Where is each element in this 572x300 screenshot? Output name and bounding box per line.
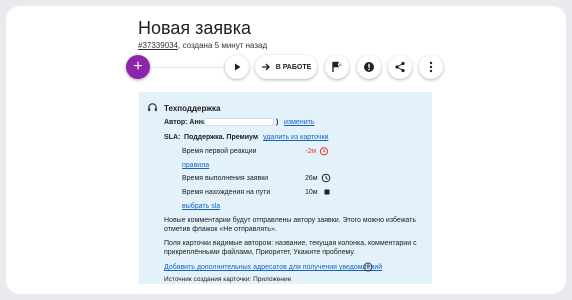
ticket-meta: #37339034, создана 5 минут назад (138, 41, 267, 50)
play-button[interactable] (225, 55, 249, 79)
visible-fields-line: Поля карточки видимые автором: название,… (164, 240, 417, 247)
svg-text:A: A (339, 62, 342, 67)
metric-value: -2м (305, 148, 317, 155)
play-icon (235, 63, 241, 71)
flag-button[interactable]: A (325, 55, 349, 79)
rules-link[interactable]: правила (182, 161, 209, 170)
notice-line: отметив флажок «Не отправлять». (164, 226, 277, 233)
more-vert-icon (429, 61, 433, 73)
more-button[interactable] (419, 55, 443, 79)
sla-value: Поддержка. Премиум (184, 134, 258, 141)
share-button[interactable] (388, 55, 412, 79)
metric-label: Время первой реакции (182, 148, 257, 155)
author-close: ) (276, 119, 279, 126)
queue-name: Техподдержка (164, 104, 221, 113)
visible-fields-line: прикреплёнными файлами, Приоритет, Укажи… (164, 249, 356, 256)
metric-label: Время выполнения заявки (182, 175, 269, 182)
alarm-icon (319, 147, 329, 156)
progress-track (151, 67, 229, 68)
remove-sla-link[interactable]: удалить из карточки (263, 133, 328, 142)
metric-value: 26м (305, 175, 318, 182)
help-icon[interactable]: ? (363, 262, 373, 272)
ticket-card: Новая заявка #37339034, создана 5 минут … (6, 6, 566, 294)
add-button[interactable]: + (126, 55, 150, 79)
status-button[interactable]: В РАБОТЕ (255, 55, 317, 79)
ticket-id-link[interactable]: #37339034 (138, 41, 178, 50)
author-field[interactable] (204, 118, 274, 126)
headset-icon (148, 103, 157, 112)
created-time: , создана 5 минут назад (178, 41, 268, 50)
add-recipients-link[interactable]: Добавить дополнительных адресатов для по… (164, 263, 382, 272)
source-info: Источник создания карточки: Приложение (164, 276, 292, 283)
metric-value: 10м (305, 189, 318, 196)
flag-icon: A (332, 61, 342, 72)
alert-icon (364, 62, 374, 72)
clock-icon (321, 173, 331, 183)
metric-label: Время нахождения на пути (182, 189, 271, 196)
notice-line: Новые комментарии будут отправлены автор… (164, 217, 416, 224)
change-author-link[interactable]: изменить (284, 118, 314, 127)
arrow-right-icon (261, 63, 270, 71)
stop-icon (324, 189, 330, 195)
share-icon (395, 61, 405, 73)
status-label: В РАБОТЕ (275, 63, 312, 71)
alert-button[interactable] (357, 55, 381, 79)
ticket-info-panel: Техподдержка Автор: Анна ( ) изменить SL… (139, 92, 432, 284)
page-title: Новая заявка (138, 18, 251, 38)
choose-sla-link[interactable]: выбрать sla (182, 202, 220, 211)
sla-label: SLA: (164, 134, 181, 141)
